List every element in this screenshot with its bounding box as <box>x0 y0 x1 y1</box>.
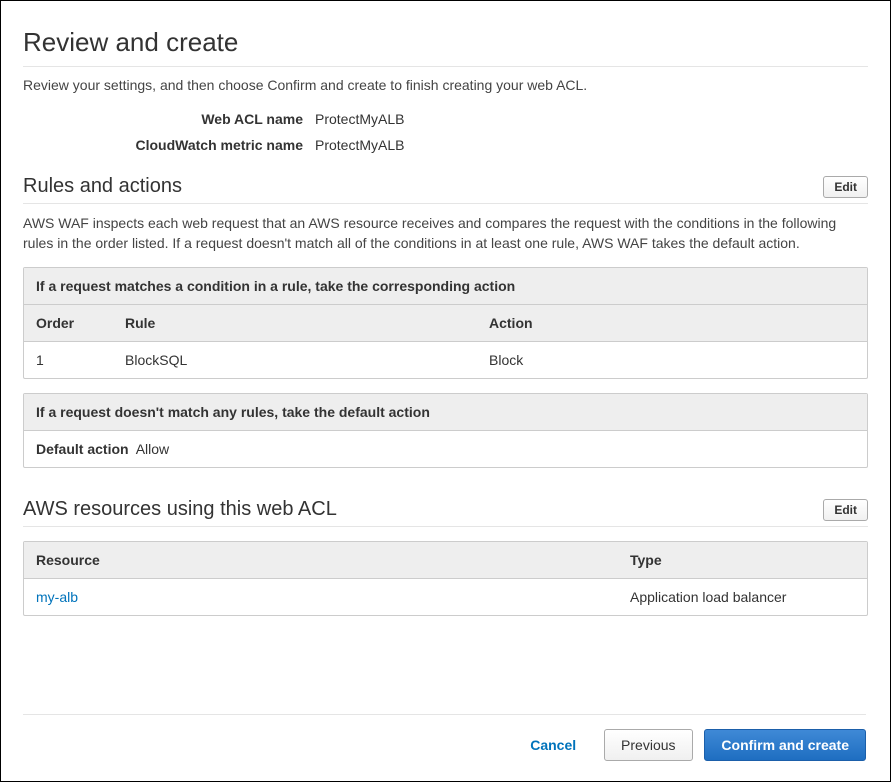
rules-table: Order Rule Action 1 BlockSQL Block <box>24 305 867 378</box>
cw-metric-value: ProtectMyALB <box>315 137 404 153</box>
rules-match-panel-title: If a request matches a condition in a ru… <box>24 268 867 305</box>
rules-col-rule: Rule <box>113 305 477 342</box>
web-acl-name-value: ProtectMyALB <box>315 111 404 127</box>
default-action-row: Default action Allow <box>24 431 867 467</box>
rules-match-panel: If a request matches a condition in a ru… <box>23 267 868 379</box>
kv-cw-metric: CloudWatch metric name ProtectMyALB <box>23 137 868 153</box>
rule-name: BlockSQL <box>113 342 477 379</box>
rules-heading: Rules and actions <box>23 175 823 198</box>
confirm-create-button[interactable]: Confirm and create <box>704 729 866 761</box>
table-row: 1 BlockSQL Block <box>24 342 867 379</box>
rule-action: Block <box>477 342 867 379</box>
edit-resources-button[interactable]: Edit <box>823 499 868 521</box>
rules-col-action: Action <box>477 305 867 342</box>
default-action-label: Default action <box>36 441 129 457</box>
resource-link[interactable]: my-alb <box>36 589 78 605</box>
cancel-button[interactable]: Cancel <box>514 730 592 760</box>
edit-rules-button[interactable]: Edit <box>823 176 868 198</box>
resources-section-head: AWS resources using this web ACL Edit <box>23 498 868 527</box>
footer-bar: Cancel Previous Confirm and create <box>23 714 866 761</box>
resource-type: Application load balancer <box>618 579 867 616</box>
resources-table: Resource Type my-alb Application load ba… <box>24 542 867 615</box>
review-create-page: Review and create Review your settings, … <box>0 0 891 782</box>
rules-section-head: Rules and actions Edit <box>23 175 868 204</box>
resources-panel: Resource Type my-alb Application load ba… <box>23 541 868 616</box>
rule-order: 1 <box>24 342 113 379</box>
title-divider <box>23 66 868 67</box>
default-action-value: Allow <box>136 441 169 457</box>
previous-button[interactable]: Previous <box>604 729 692 761</box>
table-row: my-alb Application load balancer <box>24 579 867 616</box>
resources-heading: AWS resources using this web ACL <box>23 498 823 521</box>
default-action-panel-title: If a request doesn't match any rules, ta… <box>24 394 867 431</box>
resources-col-resource: Resource <box>24 542 618 579</box>
kv-web-acl-name: Web ACL name ProtectMyALB <box>23 111 868 127</box>
web-acl-name-label: Web ACL name <box>23 111 315 127</box>
rules-description: AWS WAF inspects each web request that a… <box>23 214 868 253</box>
cw-metric-label: CloudWatch metric name <box>23 137 315 153</box>
resources-col-type: Type <box>618 542 867 579</box>
default-action-panel: If a request doesn't match any rules, ta… <box>23 393 868 468</box>
rules-col-order: Order <box>24 305 113 342</box>
page-title: Review and create <box>23 27 868 58</box>
page-intro: Review your settings, and then choose Co… <box>23 77 868 93</box>
